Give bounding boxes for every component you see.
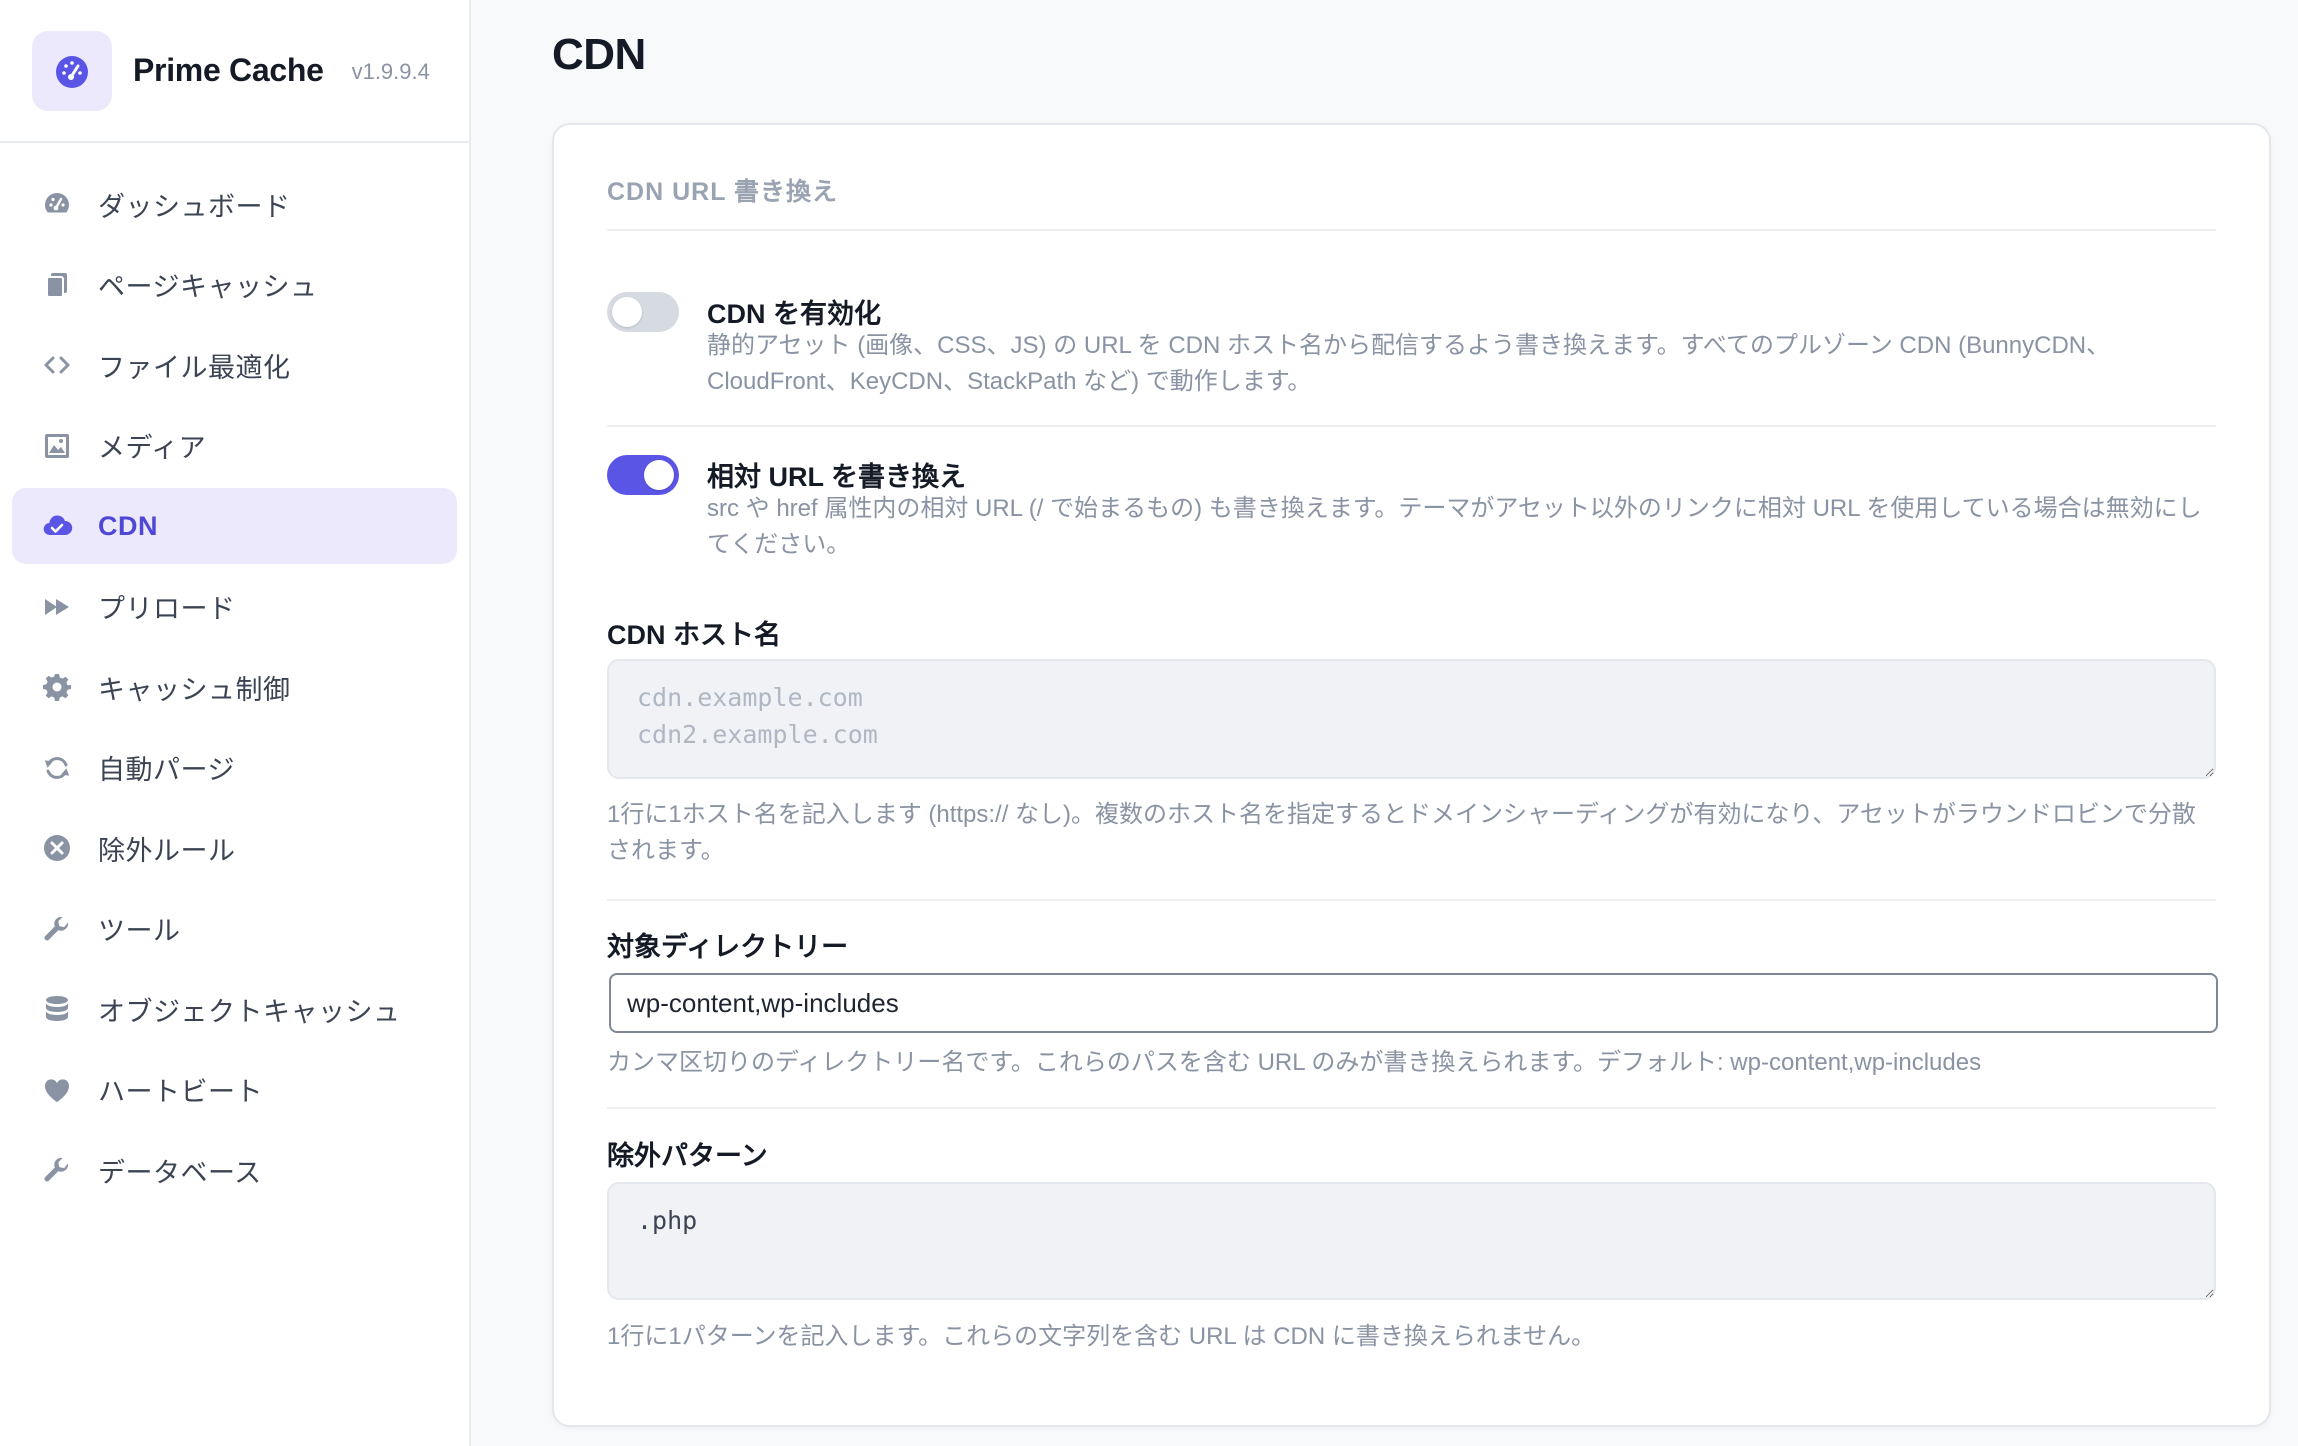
brand-header: Prime Cache v1.9.9.4	[0, 0, 469, 143]
sidebar-item-label: プリロード	[98, 594, 236, 624]
cdn-settings-card: CDN URL 書き換え CDN を有効化 静的アセット (画像、CSS、JS)…	[552, 123, 2271, 1427]
toggle-knob	[644, 460, 674, 490]
sidebar-item-page-cache[interactable]: ページキャッシュ	[12, 247, 457, 323]
fast-forward-icon	[41, 591, 73, 623]
divider	[607, 1107, 2216, 1109]
image-icon	[41, 430, 73, 462]
brand-name: Prime Cache	[133, 52, 324, 88]
brand-version: v1.9.9.4	[351, 58, 430, 84]
target-directories-input[interactable]	[609, 973, 2218, 1033]
refresh-icon	[41, 752, 73, 784]
sidebar-item-label: オブジェクトキャッシュ	[98, 996, 401, 1027]
cdn-hostnames-help: 1行に1ホスト名を記入します (https:// なし)。複数のホスト名を指定す…	[607, 801, 2196, 864]
sidebar-item-dashboard[interactable]: ダッシュボード	[12, 166, 457, 242]
wrench-icon	[41, 913, 73, 945]
relative-url-row: 相対 URL を書き換え src や href 属性内の相対 URL (/ で始…	[607, 451, 2216, 581]
main-content: CDN CDN URL 書き換え CDN を有効化 静的アセット (画像、CSS…	[471, 0, 2298, 1446]
sidebar-item-database[interactable]: データベース	[12, 1132, 457, 1208]
sidebar-item-label: ファイル最適化	[98, 352, 291, 383]
cloud-icon	[41, 510, 73, 542]
speedometer-icon[interactable]	[32, 30, 112, 111]
sidebar-item-label: 除外ルール	[98, 835, 236, 866]
sidebar-item-cache-control[interactable]: キャッシュ制御	[12, 649, 457, 725]
sidebar-item-label: ページキャッシュ	[98, 272, 318, 302]
sidebar: Prime Cache v1.9.9.4 ダッシュボード ページキャッシュ ファ…	[0, 0, 471, 1446]
sidebar-item-label: キャッシュ制御	[98, 674, 291, 705]
sidebar-item-label: ハートビート	[98, 1077, 263, 1107]
wrench-icon	[41, 1154, 73, 1186]
sidebar-item-media[interactable]: メディア	[12, 408, 457, 484]
cdn-hostnames-label: CDN ホスト名	[607, 620, 781, 650]
sidebar-item-label: CDN	[98, 510, 158, 541]
sidebar-item-file-optimization[interactable]: ファイル最適化	[12, 327, 457, 403]
sidebar-item-tools[interactable]: ツール	[12, 891, 457, 967]
heart-icon	[41, 1074, 73, 1106]
cdn-hostnames-textarea[interactable]	[607, 659, 2216, 779]
enable-cdn-title: CDN を有効化	[707, 299, 881, 329]
target-directories-label: 対象ディレクトリー	[607, 932, 849, 962]
enable-cdn-toggle[interactable]	[607, 292, 679, 332]
sidebar-item-exclusion-rules[interactable]: 除外ルール	[12, 810, 457, 886]
target-directories-help: カンマ区切りのディレクトリー名です。これらのパスを含む URL のみが書き換えら…	[607, 1049, 1982, 1076]
sidebar-item-heartbeat[interactable]: ハートビート	[12, 1052, 457, 1128]
enable-cdn-description: 静的アセット (画像、CSS、JS) の URL を CDN ホスト名から配信す…	[707, 332, 2111, 395]
sidebar-item-auto-purge[interactable]: 自動パージ	[12, 730, 457, 806]
divider	[607, 425, 2216, 427]
section-heading: CDN URL 書き換え	[607, 178, 838, 206]
sidebar-item-object-cache[interactable]: オブジェクトキャッシュ	[12, 971, 457, 1047]
x-circle-icon	[41, 832, 73, 864]
pages-icon	[41, 269, 73, 301]
sidebar-item-preload[interactable]: プリロード	[12, 569, 457, 645]
relative-url-title: 相対 URL を書き換え	[707, 462, 967, 492]
gear-icon	[41, 671, 73, 703]
divider	[607, 899, 2216, 901]
sidebar-item-label: ツール	[98, 916, 181, 946]
sidebar-item-label: 自動パージ	[98, 755, 235, 785]
relative-url-description: src や href 属性内の相対 URL (/ で始まるもの) も書き換えます…	[707, 495, 2202, 558]
sidebar-item-label: メディア	[98, 433, 207, 463]
enable-cdn-row: CDN を有効化 静的アセット (画像、CSS、JS) の URL を CDN …	[607, 288, 2216, 418]
sidebar-item-label: データベース	[98, 1157, 262, 1188]
code-icon	[41, 349, 73, 381]
exclusion-patterns-textarea[interactable]: .php	[607, 1182, 2216, 1300]
exclusion-patterns-help: 1行に1パターンを記入します。これらの文字列を含む URL は CDN に書き換…	[607, 1323, 1596, 1350]
page-title: CDN	[552, 30, 646, 79]
exclusion-patterns-label: 除外パターン	[607, 1141, 768, 1171]
dashboard-icon	[41, 188, 73, 220]
toggle-knob	[612, 297, 642, 327]
divider	[607, 229, 2216, 231]
sidebar-item-cdn[interactable]: CDN	[12, 488, 457, 564]
sidebar-item-label: ダッシュボード	[98, 191, 291, 222]
database-icon	[41, 993, 73, 1025]
relative-url-toggle[interactable]	[607, 455, 679, 495]
sidebar-nav: ダッシュボード ページキャッシュ ファイル最適化 メディア CDN プリロード …	[0, 143, 469, 1208]
